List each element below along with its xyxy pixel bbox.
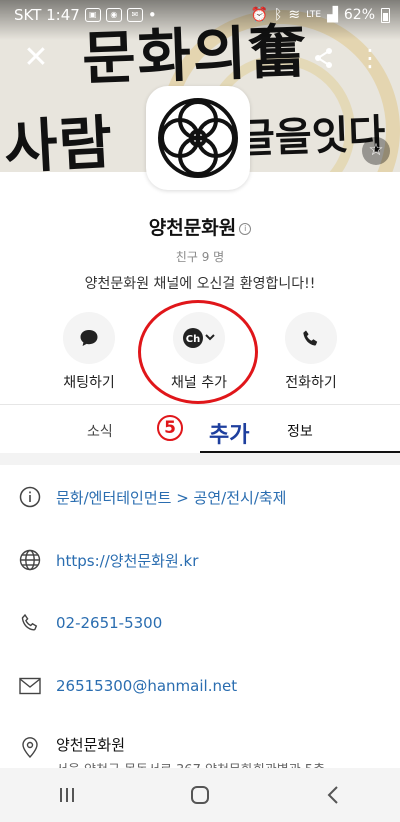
bluetooth-icon: ᛒ (273, 7, 283, 23)
chat-bubble-icon (63, 312, 115, 364)
status-bar: SKT 1:47 ▣ ◉ ✉ • ⏰ ᛒ ≋ LTE ▟ 62% (0, 0, 400, 30)
home-icon[interactable] (170, 775, 230, 815)
chat-button-label: 채팅하기 (63, 375, 115, 391)
add-channel-button[interactable]: Ch 채널 추가 (149, 312, 249, 392)
step-label: 추가 (209, 423, 250, 448)
website-link[interactable]: https://양천문화원.kr (56, 550, 198, 571)
wifi-icon: ≋ (288, 7, 301, 23)
alarm-icon: ⏰ (250, 7, 268, 23)
divider (0, 404, 400, 405)
banner-calligraphy-line2: 사람 (2, 108, 115, 172)
signal-icon: ▟ (327, 7, 338, 23)
call-button[interactable]: 전화하기 (261, 312, 361, 392)
notification-icon: ✉ (126, 8, 143, 22)
tab-info[interactable]: 정보 (287, 421, 313, 441)
more-vertical-icon[interactable]: ⋮ (356, 44, 384, 72)
info-icon[interactable]: i (239, 223, 252, 235)
channel-name-text: 양천문화원 (148, 217, 237, 239)
tab-news[interactable]: 소식 (87, 421, 113, 441)
phone-icon (4, 613, 56, 633)
battery-icon (381, 7, 390, 23)
network-type: LTE (306, 10, 322, 20)
phone-row[interactable]: 02-2651-5300 (0, 603, 400, 643)
location-pin-icon (4, 736, 56, 758)
system-nav-bar (0, 768, 400, 822)
category-row[interactable]: 문화/엔터테인먼트 > 공연/전시/축제 (0, 477, 400, 517)
channel-logo-icon (158, 98, 238, 178)
website-row[interactable]: https://양천문화원.kr (0, 540, 400, 580)
channel-profile-image (146, 86, 250, 190)
email-link[interactable]: 26515300@hanmail.net (56, 677, 237, 695)
email-row[interactable]: 26515300@hanmail.net (0, 666, 400, 706)
battery-percent: 62% (343, 7, 375, 23)
info-icon (4, 486, 56, 508)
carrier-time: SKT 1:47 (14, 6, 80, 24)
section-divider (0, 453, 400, 465)
category-text[interactable]: 문화/엔터테인먼트 > 공연/전시/축제 (56, 487, 286, 508)
mail-icon (4, 677, 56, 695)
recent-apps-icon[interactable] (37, 775, 97, 815)
step-number-badge: 5 (157, 415, 183, 441)
welcome-message: 양천문화원 채널에 오신걸 환영합니다!! (84, 276, 316, 292)
share-icon[interactable] (310, 44, 338, 72)
notification-icon: ▣ (84, 8, 101, 22)
back-icon[interactable] (303, 775, 363, 815)
channel-name: 양천문화원 i (0, 213, 400, 240)
phone-icon (285, 312, 337, 364)
add-channel-button-label: 채널 추가 (171, 375, 227, 391)
svg-text:Ch: Ch (186, 334, 200, 345)
globe-icon (4, 549, 56, 571)
close-icon[interactable]: ✕ (22, 43, 50, 73)
phone-link[interactable]: 02-2651-5300 (56, 614, 162, 632)
notification-icon: ◉ (105, 8, 122, 22)
address-name: 양천문화원 (56, 736, 126, 754)
call-button-label: 전화하기 (285, 375, 337, 391)
more-notifications-icon: • (147, 6, 157, 24)
channel-add-icon: Ch (173, 312, 225, 364)
chat-button[interactable]: 채팅하기 (39, 312, 139, 392)
star-icon[interactable]: ☆ (362, 137, 390, 165)
friend-count: 친구 9 명 (175, 250, 225, 264)
